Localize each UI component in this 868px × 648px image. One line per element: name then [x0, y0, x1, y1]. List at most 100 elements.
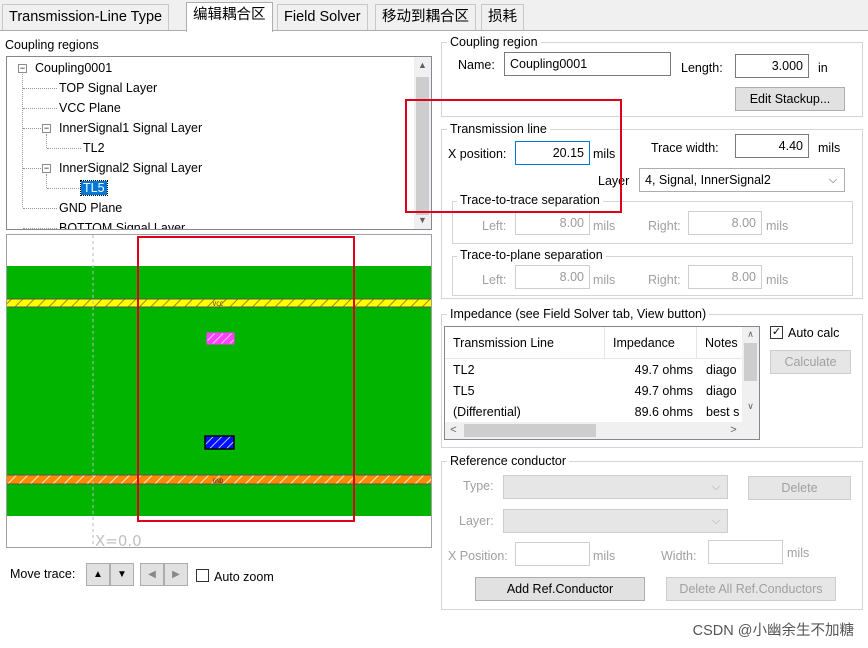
- table-row-tl5-impedance[interactable]: 49.7 ohms: [605, 383, 693, 399]
- right-arrow-icon: ▶: [172, 569, 180, 580]
- trace-sep-right-label: Right:: [648, 219, 681, 233]
- ref-width-label: Width:: [661, 549, 697, 563]
- scroll-up-icon[interactable]: ∧: [742, 327, 759, 341]
- add-ref-conductor-button[interactable]: Add Ref.Conductor: [475, 577, 645, 601]
- move-left-button[interactable]: ◀: [140, 563, 164, 586]
- tab-bar: Transmission-Line Type 编辑耦合区 Field Solve…: [0, 0, 868, 32]
- scroll-thumb[interactable]: [464, 424, 596, 437]
- annotation-box-xposition: [405, 99, 622, 213]
- coupling-regions-title: Coupling regions: [5, 38, 99, 52]
- length-unit: in: [818, 61, 828, 75]
- scroll-down-icon[interactable]: ∨: [742, 399, 759, 413]
- table-row-diff-impedance[interactable]: 89.6 ohms: [605, 404, 693, 420]
- collapse-icon[interactable]: −: [42, 124, 51, 133]
- up-arrow-icon: ▲: [93, 569, 103, 580]
- coupling-region-title: Coupling region: [447, 35, 541, 49]
- plane-sep-right-input[interactable]: 8.00: [688, 265, 762, 289]
- table-row-tl2-impedance[interactable]: 49.7 ohms: [605, 362, 693, 378]
- scroll-down-icon[interactable]: ▼: [414, 212, 431, 229]
- table-row-tl5-name[interactable]: TL5: [453, 383, 475, 399]
- chevron-down-icon: ⌵: [828, 174, 838, 186]
- trace-sep-left-label: Left:: [482, 219, 507, 233]
- tree-item-root[interactable]: Coupling0001: [35, 60, 112, 78]
- coupling-regions-tree[interactable]: − Coupling0001 TOP Signal Layer VCC Plan…: [6, 56, 432, 230]
- tab-loss[interactable]: 损耗: [481, 4, 524, 31]
- auto-calc-label: Auto calc: [788, 326, 840, 340]
- ref-x-position-label: X Position:: [448, 549, 508, 563]
- chevron-down-icon: ⌵: [711, 515, 721, 527]
- impedance-list[interactable]: Transmission Line Impedance Notes TL2 49…: [444, 326, 760, 440]
- left-arrow-icon: ◀: [148, 569, 156, 580]
- layer-select[interactable]: 4, Signal, InnerSignal2 ⌵: [639, 168, 845, 192]
- name-input[interactable]: Coupling0001: [504, 52, 671, 76]
- trace-to-plane-title: Trace-to-plane separation: [457, 248, 606, 262]
- ref-layer-label: Layer:: [459, 514, 494, 528]
- ref-delete-button[interactable]: Delete: [748, 476, 851, 500]
- name-label: Name:: [458, 58, 495, 72]
- scroll-left-icon[interactable]: <: [445, 422, 462, 439]
- length-label: Length:: [681, 61, 723, 75]
- tab-move-to-coupling-region[interactable]: 移动到耦合区: [375, 4, 476, 31]
- trace-sep-left-input[interactable]: 8.00: [515, 211, 590, 235]
- x-position-readout: X=0.0: [95, 532, 142, 548]
- move-right-button[interactable]: ▶: [164, 563, 188, 586]
- plane-sep-left-input[interactable]: 8.00: [515, 265, 590, 289]
- delete-all-ref-conductors-button[interactable]: Delete All Ref.Conductors: [666, 577, 836, 601]
- scroll-up-icon[interactable]: ▲: [414, 57, 431, 74]
- impedance-horizontal-scrollbar[interactable]: < >: [445, 422, 759, 439]
- ref-x-position-unit: mils: [593, 549, 616, 563]
- trace-width-unit: mils: [818, 141, 841, 155]
- auto-zoom-label: Auto zoom: [214, 570, 274, 584]
- column-transmission-line[interactable]: Transmission Line: [445, 327, 605, 359]
- impedance-title: Impedance (see Field Solver tab, View bu…: [447, 307, 710, 321]
- tree-item-innersignal2[interactable]: InnerSignal2 Signal Layer: [59, 160, 202, 178]
- trace-width-label: Trace width:: [651, 141, 719, 155]
- tab-transmission-line-type[interactable]: Transmission-Line Type: [2, 4, 170, 31]
- reference-conductor-title: Reference conductor: [447, 454, 570, 468]
- tree-item-top-signal-layer[interactable]: TOP Signal Layer: [59, 80, 157, 98]
- table-row-diff-name[interactable]: (Differential): [453, 404, 521, 420]
- move-trace-label: Move trace:: [10, 567, 76, 581]
- ref-x-position-input[interactable]: [515, 542, 590, 566]
- column-notes[interactable]: Notes: [697, 327, 743, 359]
- trace-sep-right-input[interactable]: 8.00: [688, 211, 762, 235]
- tree-item-tl2[interactable]: TL2: [83, 140, 105, 158]
- auto-zoom-checkbox[interactable]: [196, 569, 209, 582]
- column-impedance[interactable]: Impedance: [605, 327, 697, 359]
- trace-sep-right-unit: mils: [766, 219, 789, 233]
- trace-sep-left-unit: mils: [593, 219, 616, 233]
- table-row-diff-notes[interactable]: best s: [706, 404, 743, 420]
- auto-calc-checkbox[interactable]: ✓: [770, 326, 783, 339]
- tree-item-innersignal1[interactable]: InnerSignal1 Signal Layer: [59, 120, 202, 138]
- impedance-vertical-scrollbar[interactable]: ∧ ∨: [742, 327, 759, 422]
- calculate-button[interactable]: Calculate: [770, 350, 851, 374]
- impedance-list-header: Transmission Line Impedance Notes: [445, 327, 743, 359]
- length-input[interactable]: 3.000: [735, 54, 809, 78]
- ref-type-select[interactable]: ⌵: [503, 475, 728, 499]
- edit-stackup-button[interactable]: Edit Stackup...: [735, 87, 845, 111]
- collapse-icon[interactable]: −: [42, 164, 51, 173]
- move-down-button[interactable]: ▼: [110, 563, 134, 586]
- tree-item-gnd-plane[interactable]: GND Plane: [59, 200, 122, 218]
- collapse-icon[interactable]: −: [18, 64, 27, 73]
- table-row-tl2-notes[interactable]: diago: [706, 362, 743, 378]
- move-up-button[interactable]: ▲: [86, 563, 110, 586]
- checkmark-icon: ✓: [771, 326, 782, 338]
- trace-width-input[interactable]: 4.40: [735, 134, 809, 158]
- tab-field-solver[interactable]: Field Solver: [277, 4, 368, 31]
- tree-item-vcc-plane[interactable]: VCC Plane: [59, 100, 121, 118]
- scroll-right-icon[interactable]: >: [725, 422, 742, 439]
- tree-item-bottom-signal-layer[interactable]: BOTTOM Signal Layer: [59, 220, 185, 229]
- table-row-tl2-name[interactable]: TL2: [453, 362, 475, 378]
- tab-edit-coupling-region[interactable]: 编辑耦合区: [186, 2, 273, 32]
- ref-width-input[interactable]: [708, 540, 783, 564]
- watermark: CSDN @小幽余生不加糖: [692, 623, 854, 639]
- plane-sep-left-unit: mils: [593, 273, 616, 287]
- scroll-thumb[interactable]: [744, 343, 757, 381]
- table-row-tl5-notes[interactable]: diago: [706, 383, 743, 399]
- ref-layer-select[interactable]: ⌵: [503, 509, 728, 533]
- tree-item-tl5[interactable]: TL5: [80, 180, 108, 198]
- plane-sep-right-label: Right:: [648, 273, 681, 287]
- down-arrow-icon: ▼: [117, 569, 127, 580]
- ref-type-label: Type:: [463, 479, 494, 493]
